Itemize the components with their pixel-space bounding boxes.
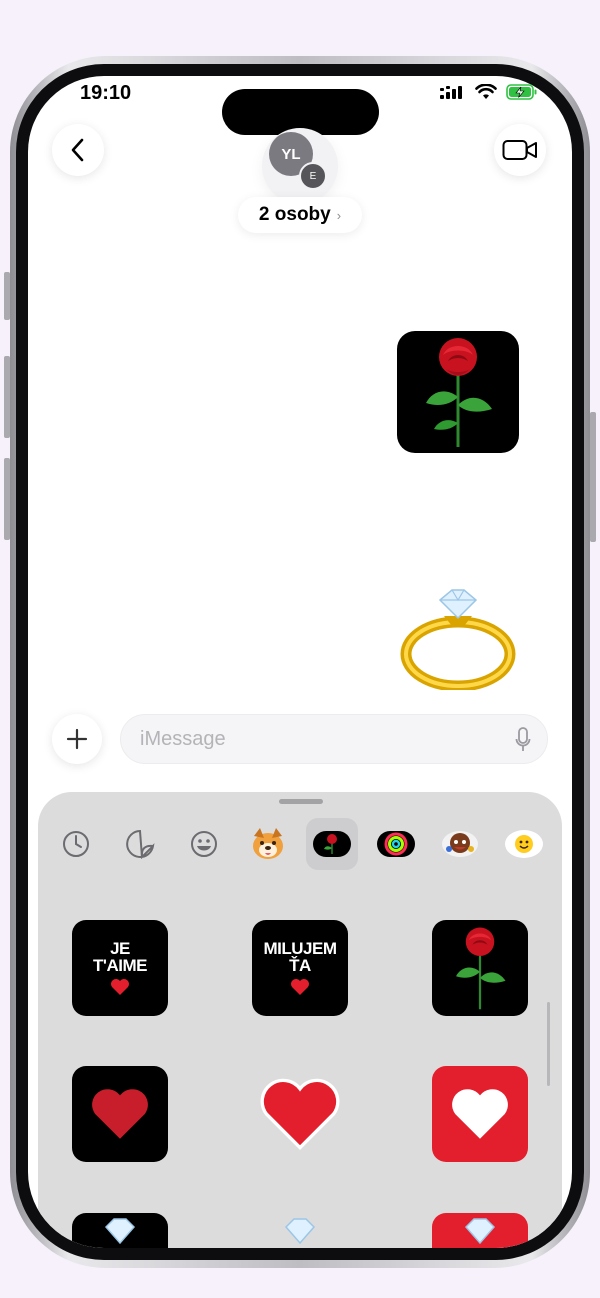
- group-label: 2 osoby: [258, 204, 331, 225]
- activity-rings-icon: [377, 831, 415, 857]
- drawer-grabber[interactable]: [279, 799, 323, 804]
- facetime-button[interactable]: [494, 124, 546, 176]
- drawer-scroll-indicator[interactable]: [547, 1002, 550, 1086]
- rose-sticker[interactable]: [432, 920, 528, 1016]
- diamond-ring-icon: [400, 589, 516, 692]
- rose-pack-icon: [313, 831, 351, 857]
- group-details-button[interactable]: 2 osoby ›: [238, 197, 362, 233]
- heart-black-tile-sticker[interactable]: [72, 1066, 168, 1162]
- tab-character-pack[interactable]: [434, 818, 486, 870]
- action-button: [4, 272, 10, 320]
- milujem-ta-line1: MILUJEM: [263, 939, 338, 958]
- heart-icon: [260, 1078, 340, 1150]
- avatar-e: E: [299, 162, 327, 190]
- message-input[interactable]: iMessage: [120, 714, 548, 764]
- rose-icon: [456, 927, 506, 1010]
- ring-sticker[interactable]: [252, 1213, 348, 1248]
- tab-stickers[interactable]: [114, 818, 166, 870]
- message-placeholder: iMessage: [140, 727, 226, 750]
- heart-icon: [452, 1089, 508, 1139]
- tab-emoji[interactable]: [178, 818, 230, 870]
- diamond-icon: [104, 1218, 136, 1245]
- heart-icon: [291, 979, 309, 995]
- rose-sticker-message[interactable]: [397, 331, 519, 453]
- character-pack-icon: [442, 831, 478, 857]
- screen: 19:10 YL E 2 osoby › iMessage JE T'AIME …: [28, 76, 572, 1248]
- ring-black-tile-sticker[interactable]: [72, 1213, 168, 1248]
- je-taime-line1: JE: [110, 939, 130, 958]
- heart-icon: [111, 979, 129, 995]
- diamond-icon: [464, 1218, 496, 1245]
- tab-activity[interactable]: [370, 818, 422, 870]
- microphone-icon[interactable]: [515, 727, 531, 753]
- chevron-left-icon: [71, 138, 84, 162]
- plus-icon: [66, 728, 88, 750]
- volume-down-button: [4, 458, 10, 540]
- video-camera-icon: [502, 140, 537, 160]
- tab-smiley-pack[interactable]: [498, 818, 550, 870]
- rose-icon: [426, 338, 492, 447]
- chevron-right-icon: ›: [336, 207, 342, 223]
- emoji-icon: [191, 831, 217, 857]
- ring-red-tile-sticker[interactable]: [432, 1213, 528, 1248]
- sticker-drawer: JE T'AIME MILUJEM ŤA: [38, 792, 562, 1248]
- apps-plus-button[interactable]: [52, 714, 102, 764]
- recents-icon: [63, 831, 89, 857]
- je-taime-line2: T'AIME: [93, 956, 147, 975]
- status-icons: [440, 84, 538, 100]
- memoji-dog-icon: [253, 828, 283, 859]
- je-taime-sticker[interactable]: JE T'AIME: [72, 920, 168, 1016]
- heart-icon: [92, 1089, 148, 1139]
- diamond-icon: [284, 1218, 316, 1245]
- milujem-ta-sticker[interactable]: MILUJEM ŤA: [252, 920, 348, 1016]
- ring-sticker-message[interactable]: [400, 586, 516, 692]
- white-heart-red-tile-sticker[interactable]: [432, 1066, 528, 1162]
- volume-up-button: [4, 356, 10, 438]
- wifi-icon: [475, 84, 497, 99]
- back-button[interactable]: [52, 124, 104, 176]
- tab-rose-pack[interactable]: [306, 818, 358, 870]
- battery-charging-icon: [506, 84, 537, 100]
- status-time: 19:10: [80, 82, 132, 104]
- power-button: [590, 412, 596, 542]
- cellular-signal-icon: [440, 86, 462, 99]
- sticker-icon: [126, 829, 155, 859]
- smiley-pack-icon: [505, 830, 543, 858]
- tab-recents[interactable]: [50, 818, 102, 870]
- milujem-ta-line2: ŤA: [289, 956, 311, 975]
- group-avatar[interactable]: YL E: [262, 128, 338, 204]
- red-heart-sticker[interactable]: [252, 1066, 348, 1162]
- tab-memoji-dog[interactable]: [242, 818, 294, 870]
